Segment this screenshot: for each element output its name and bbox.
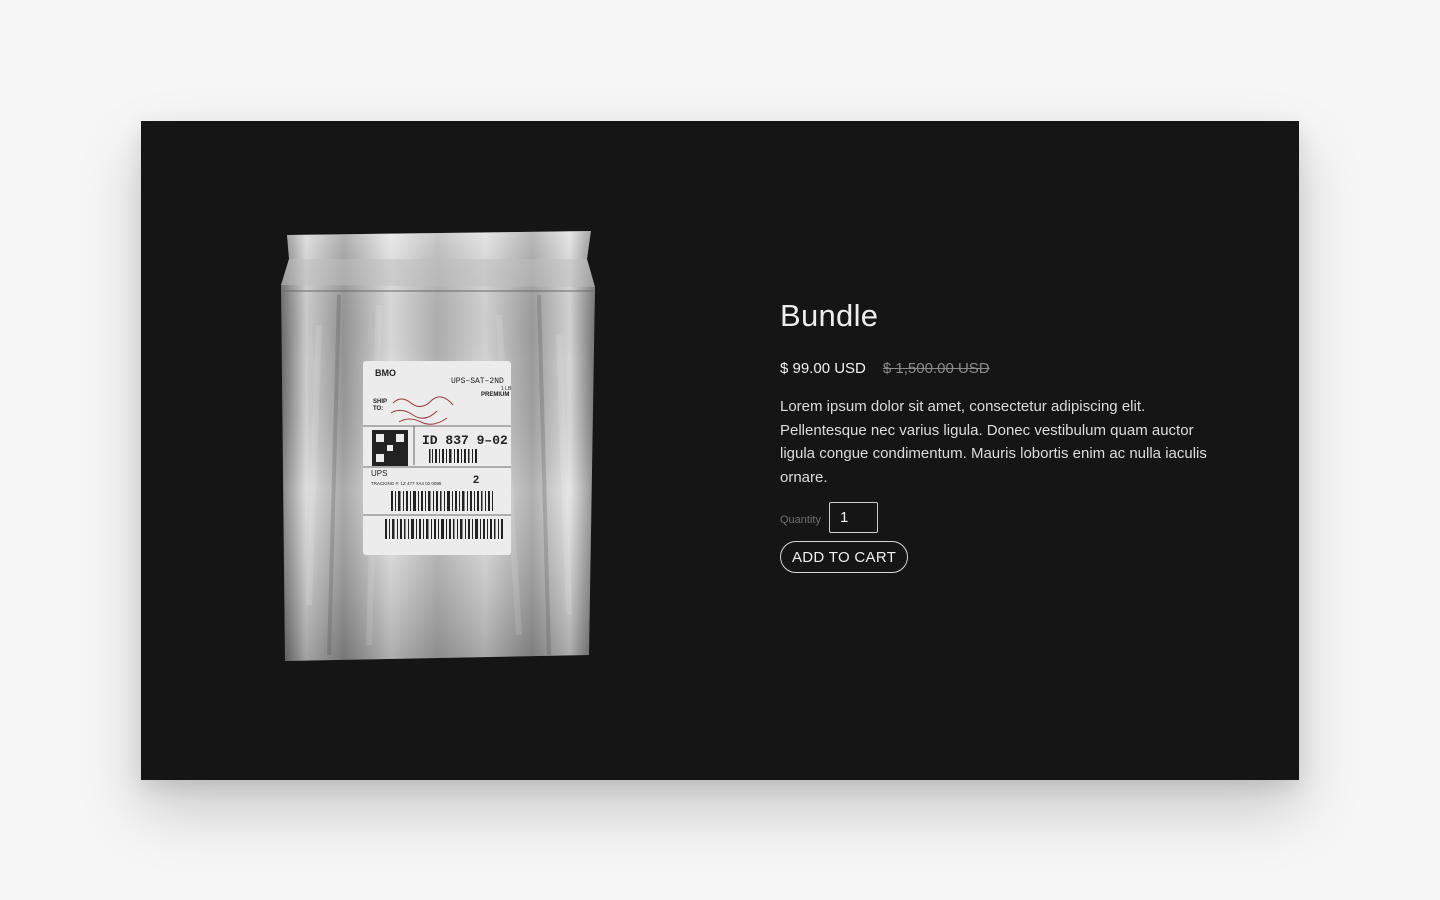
svg-text:2: 2 (473, 474, 479, 486)
product-title: Bundle (780, 298, 879, 333)
quantity-label: Quantity (780, 513, 821, 526)
product-card: BMO UPS–SAT–2ND 1 LB PREMIUM SHIP TO: ID… (141, 121, 1299, 780)
product-description: Lorem ipsum dolor sit amet, consectetur … (780, 398, 1207, 486)
svg-text:UPS–SAT–2ND: UPS–SAT–2ND (451, 377, 504, 386)
product-info: Bundle $ 99.00 USD $ 1,500.00 USD Lorem … (780, 297, 1230, 574)
price-original: $ 1,500.00 USD (882, 360, 990, 378)
svg-text:SHIP: SHIP (373, 399, 387, 405)
svg-text:TRACKING #: 1Z 477 YA4 02 0095: TRACKING #: 1Z 477 YA4 02 0095 (371, 481, 442, 486)
svg-text:UPS: UPS (371, 469, 387, 478)
quantity-input[interactable] (828, 502, 878, 534)
quantity-row: Quantity (780, 502, 1230, 534)
shipping-label: BMO UPS–SAT–2ND 1 LB PREMIUM SHIP TO: ID… (363, 361, 512, 555)
svg-text:TO:: TO: (373, 406, 383, 412)
product-image: BMO UPS–SAT–2ND 1 LB PREMIUM SHIP TO: ID… (279, 225, 599, 667)
price-current: $ 99.00 USD (780, 360, 866, 378)
svg-text:PREMIUM: PREMIUM (481, 392, 509, 398)
add-to-cart-button[interactable]: ADD TO CART (780, 541, 909, 574)
svg-text:ID 837 9–02: ID 837 9–02 (422, 433, 508, 448)
price-row: $ 99.00 USD $ 1,500.00 USD (780, 360, 1230, 377)
svg-text:BMO: BMO (375, 368, 396, 378)
